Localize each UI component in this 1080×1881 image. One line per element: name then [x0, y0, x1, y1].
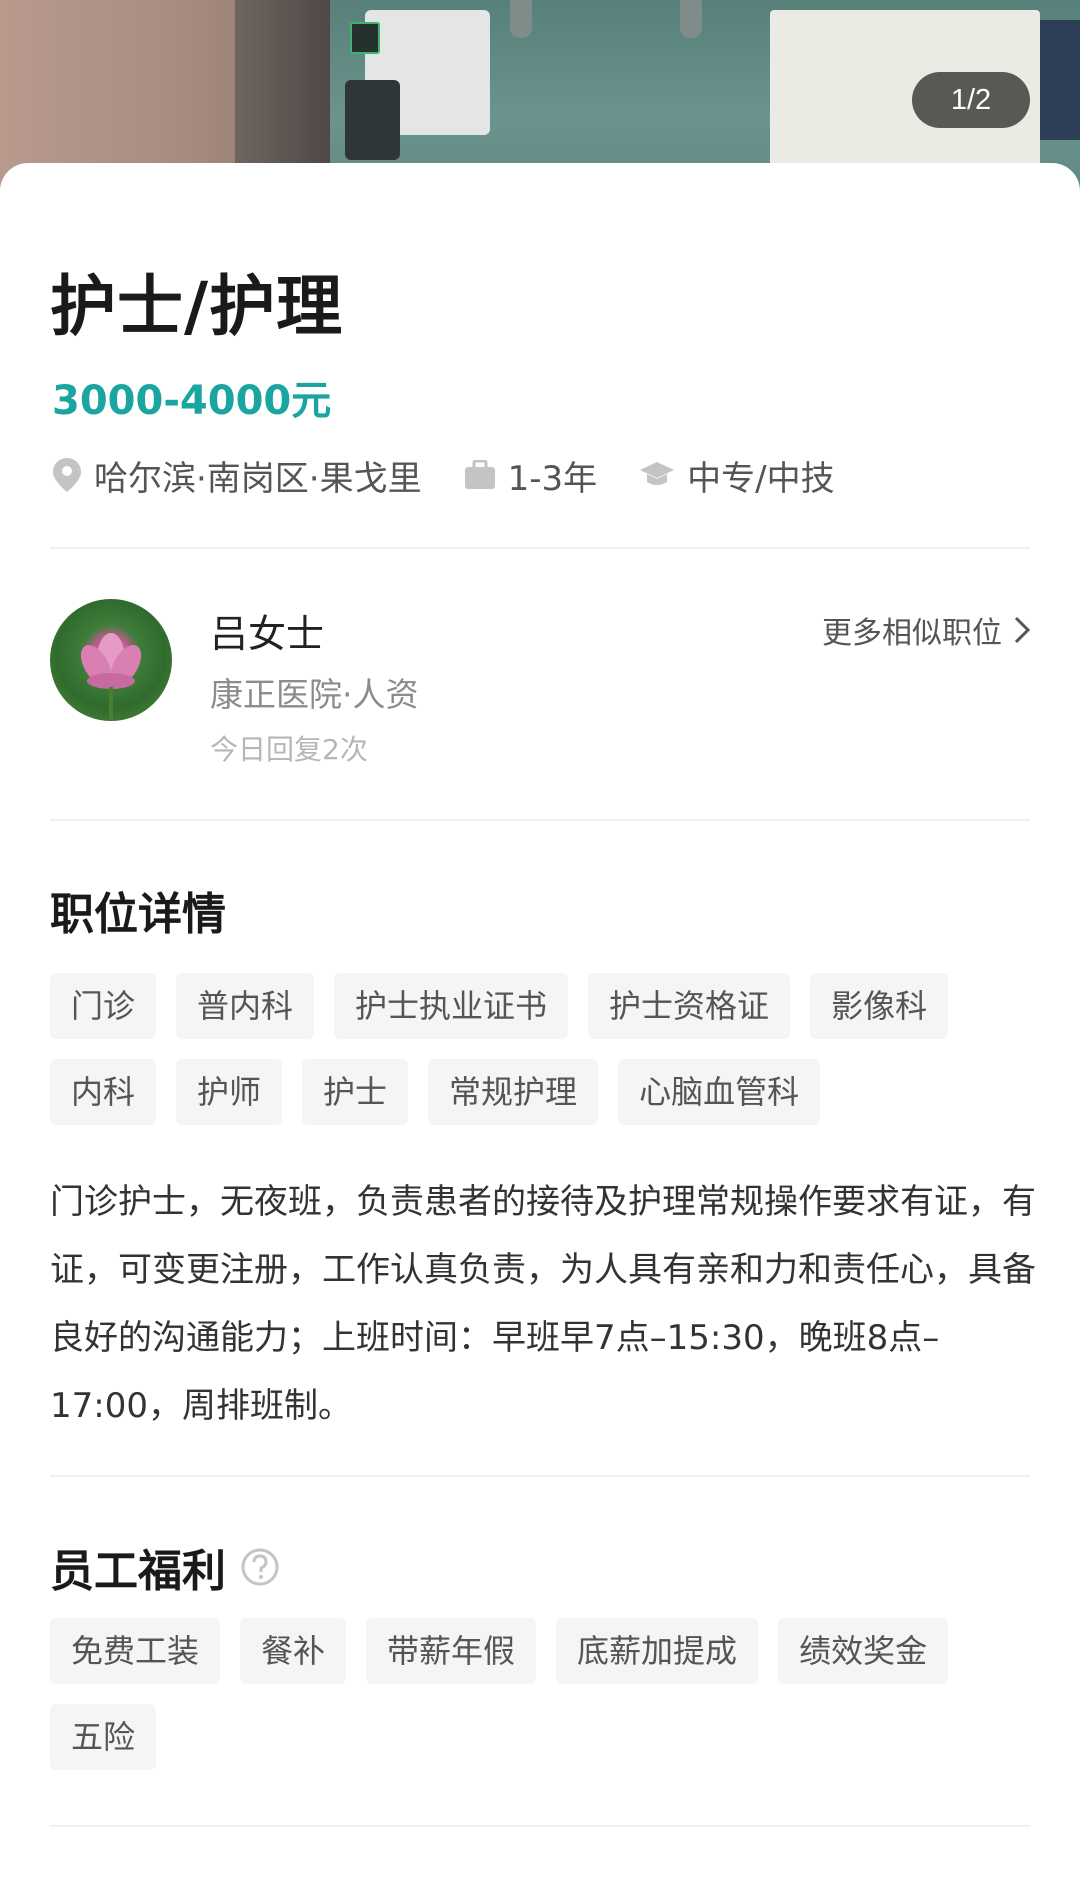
- job-tag: 护士资格证: [588, 973, 791, 1039]
- job-tag: 护士执业证书: [334, 973, 569, 1039]
- recruiter-company: 康正医院·人资: [210, 675, 419, 714]
- photo-counter: 1/2: [912, 72, 1030, 128]
- lotus-image: [80, 633, 142, 721]
- photo-edge: [1040, 20, 1080, 140]
- job-tag: 护士: [302, 1059, 409, 1125]
- photo-post: [510, 0, 532, 38]
- more-similar-jobs-link[interactable]: 更多相似职位: [822, 608, 1030, 652]
- benefit-tag: 五险: [50, 1704, 157, 1770]
- recruiter-reply-count: 今日回复2次: [210, 733, 368, 766]
- divider: [50, 1825, 1030, 1827]
- job-tag: 影像科: [810, 973, 949, 1039]
- photo-bin: [345, 80, 400, 160]
- job-tags: 门诊 普内科 护士执业证书 护士资格证 影像科 内科 护师 护士 常规护理 心脑…: [50, 973, 1040, 1145]
- more-similar-jobs-label: 更多相似职位: [822, 616, 1002, 651]
- job-tag: 常规护理: [428, 1059, 599, 1125]
- job-details-title-text: 职位详情: [50, 889, 226, 940]
- job-tag: 门诊: [50, 973, 157, 1039]
- job-education-text: 中专/中技: [687, 458, 835, 499]
- benefit-tag: 底薪加提成: [556, 1618, 759, 1684]
- graduation-cap-icon: [640, 462, 675, 485]
- divider: [50, 547, 1030, 549]
- job-tag: 普内科: [176, 973, 315, 1039]
- help-circle-icon[interactable]: [240, 1547, 280, 1587]
- benefits-title: 员工福利: [50, 1535, 280, 1599]
- job-tag: 护师: [176, 1059, 283, 1125]
- job-detail-card: 护士/护理 3000-4000元 哈尔滨·南岗区·果戈里 1-3年 中专/中技: [0, 163, 1080, 1881]
- benefits-title-text: 员工福利: [50, 1546, 226, 1597]
- benefit-tag: 免费工装: [50, 1618, 221, 1684]
- job-experience-text: 1-3年: [507, 458, 598, 499]
- divider: [50, 819, 1030, 821]
- benefit-tag: 餐补: [240, 1618, 347, 1684]
- job-education: 中专/中技: [639, 451, 835, 500]
- photo-post: [680, 0, 702, 38]
- photo-screen: [350, 22, 380, 54]
- benefit-tags: 免费工装 餐补 带薪年假 底薪加提成 绩效奖金 五险: [50, 1618, 1040, 1790]
- job-salary: 3000-4000元: [52, 378, 332, 424]
- benefit-tag: 绩效奖金: [778, 1618, 949, 1684]
- job-tag: 心脑血管科: [618, 1059, 821, 1125]
- benefit-tag: 带薪年假: [366, 1618, 537, 1684]
- briefcase-icon: [464, 460, 495, 489]
- divider: [50, 1475, 1030, 1477]
- recruiter-avatar[interactable]: [50, 599, 172, 721]
- job-meta-row: 哈尔滨·南岗区·果戈里 1-3年 中专/中技: [52, 451, 877, 499]
- job-location-text: 哈尔滨·南岗区·果戈里: [94, 458, 422, 499]
- job-location: 哈尔滨·南岗区·果戈里: [52, 451, 422, 500]
- job-experience: 1-3年: [464, 451, 598, 500]
- chevron-right-icon: [1014, 616, 1030, 644]
- job-title: 护士/护理: [50, 268, 344, 345]
- job-tag: 内科: [50, 1059, 157, 1125]
- recruiter-name: 吕女士: [210, 612, 325, 656]
- job-details-title: 职位详情: [50, 878, 226, 942]
- job-description: 门诊护士，无夜班，负责患者的接待及护理常规操作要求有证，有证，可变更注册，工作认…: [50, 1182, 1036, 1426]
- location-pin-icon: [53, 458, 81, 492]
